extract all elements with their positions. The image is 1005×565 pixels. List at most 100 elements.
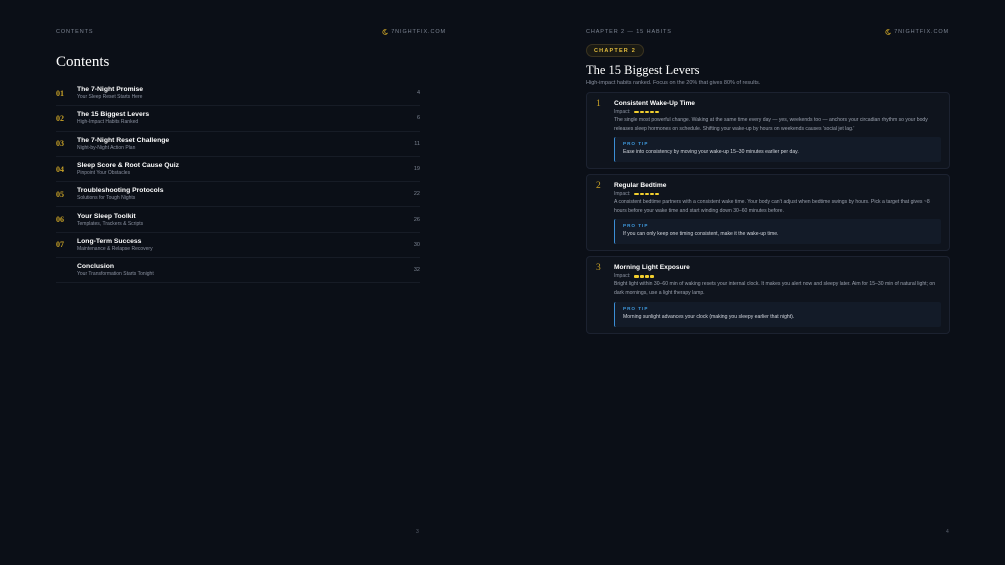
pro-tip-label: PRO TIP <box>623 223 649 229</box>
habit-number: 3 <box>596 263 601 274</box>
impact-segment <box>649 110 655 114</box>
impact-rating: Impact: <box>614 190 941 198</box>
impact-segment <box>644 275 649 278</box>
impact-bar <box>634 275 655 278</box>
toc-title: Long-Term Success <box>77 237 142 245</box>
pro-tip: PRO TIP If you can only keep one timing c… <box>614 219 941 245</box>
toc-title: Your Sleep Toolkit <box>77 212 136 220</box>
impact-bar <box>634 110 660 114</box>
toc-page-number: 6 <box>416 115 420 122</box>
habit-title: Morning Light Exposure <box>614 264 690 272</box>
habit-list: 1 Consistent Wake-Up Time Impact: The singl… <box>586 92 950 334</box>
impact-segment <box>639 110 644 114</box>
running-header: CHAPTER 2 — 15 HABITS 7NIGHTFIX.COM <box>586 28 949 36</box>
impact-label: Impact: <box>614 273 631 280</box>
toc-subtitle: Night-by-Night Action Plan <box>77 144 136 151</box>
toc-entry[interactable]: 07 Long-Term Success Maintenance & Relapse… <box>56 233 420 259</box>
habit-title: Consistent Wake-Up Time <box>614 100 695 107</box>
toc-text: Troubleshooting Protocols Solutions for T… <box>77 187 400 201</box>
toc-title: The 7-Night Reset Challenge <box>77 136 170 144</box>
toc-text: Your Sleep Toolkit Templates, Trackers & … <box>77 213 400 227</box>
toc-subtitle: Solutions for Tough Nights <box>77 195 136 202</box>
toc-title: The 15 Biggest Levers <box>77 111 150 119</box>
toc-title: Sleep Score & Root Cause Quiz <box>77 162 179 170</box>
impact-segment <box>655 192 660 196</box>
impact-segment <box>644 192 649 196</box>
habit-number: 1 <box>596 99 601 109</box>
habit-card: 3 Morning Light Exposure Impact: Bright lig… <box>586 256 950 334</box>
toc-entry[interactable]: Conclusion Your Transformation Starts Ton… <box>56 258 420 284</box>
page-title: Contents <box>56 54 110 70</box>
toc-subtitle: Your Sleep Reset Starts Here <box>77 94 143 101</box>
toc-subtitle: Your Transformation Starts Tonight <box>77 271 154 278</box>
toc-entry[interactable]: 06 Your Sleep Toolkit Templates, Trackers … <box>56 207 420 233</box>
toc-number: 03 <box>56 139 64 149</box>
impact-segment <box>634 192 639 196</box>
impact-label: Impact: <box>614 109 631 115</box>
impact-segment <box>649 275 655 278</box>
toc-page-number: 26 <box>413 216 420 223</box>
toc-text: Long-Term Success Maintenance & Relapse R… <box>77 238 400 252</box>
toc-entry[interactable]: 01 The 7-Night Promise Your Sleep Reset St… <box>56 81 420 107</box>
toc-page-number: 30 <box>413 241 420 248</box>
toc-entry[interactable]: 03 The 7-Night Reset Challenge Night-by-Ni… <box>56 132 420 157</box>
habit-card: 2 Regular Bedtime Impact: A consistent bedt… <box>586 174 950 252</box>
pro-tip-text: Morning sunlight advances your clock (ma… <box>623 313 795 320</box>
brand-label: 7NIGHTFIX.COM <box>894 29 949 35</box>
toc-entry[interactable]: 02 The 15 Biggest Levers High-Impact Habit… <box>56 106 420 132</box>
toc-title: The 7-Night Promise <box>77 86 144 94</box>
habit-title: Regular Bedtime <box>614 182 667 190</box>
page-number: 3 <box>416 529 419 535</box>
impact-segment <box>634 110 639 114</box>
toc-text: The 7-Night Promise Your Sleep Reset Star… <box>77 86 400 100</box>
toc-number: 05 <box>56 189 64 199</box>
toc-number: 06 <box>56 215 64 225</box>
toc-title: Troubleshooting Protocols <box>77 187 164 195</box>
chapter-page: CHAPTER 2 — 15 HABITS 7NIGHTFIX.COM CHAP… <box>530 0 1005 565</box>
toc-number: 01 <box>56 88 64 98</box>
moon-icon <box>885 29 892 35</box>
toc-page-number: 11 <box>414 140 420 147</box>
toc-text: Sleep Score & Root Cause Quiz Pinpoint Yo… <box>77 162 400 176</box>
impact-rating: Impact: <box>614 272 941 280</box>
brand[interactable]: 7NIGHTFIX.COM <box>885 29 949 35</box>
moon-icon <box>382 29 389 35</box>
toc-entry[interactable]: 04 Sleep Score & Root Cause Quiz Pinpoint … <box>56 157 420 183</box>
table-of-contents: 01 The 7-Night Promise Your Sleep Reset St… <box>56 81 420 284</box>
brand[interactable]: 7NIGHTFIX.COM <box>382 29 446 35</box>
impact-segment <box>644 110 649 114</box>
toc-entry[interactable]: 05 Troubleshooting Protocols Solutions for… <box>56 182 420 208</box>
impact-segment <box>634 275 639 278</box>
chapter-title: The 15 Biggest Levers <box>586 63 700 77</box>
toc-page-number: 19 <box>413 166 420 173</box>
habit-description: A consistent bedtime partners with a con… <box>614 199 930 214</box>
habit-description: The single most powerful change. Waking … <box>614 117 928 132</box>
impact-rating: Impact: <box>614 108 941 116</box>
impact-bar <box>634 192 660 196</box>
toc-page-number: 22 <box>413 191 420 198</box>
toc-subtitle: Templates, Trackers & Scripts <box>77 220 144 227</box>
impact-segment <box>639 192 644 196</box>
pro-tip-label: PRO TIP <box>623 305 649 311</box>
toc-subtitle: Pinpoint Your Obstacles <box>77 170 131 177</box>
toc-subtitle: Maintenance & Relapse Recovery <box>77 245 153 252</box>
pro-tip-text: If you can only keep one timing consiste… <box>623 231 779 238</box>
toc-number: 04 <box>56 164 64 174</box>
impact-label: Impact: <box>614 191 631 198</box>
toc-text: Conclusion Your Transformation Starts Ton… <box>77 263 400 277</box>
pro-tip-text: Ease into consistency by moving your wak… <box>623 149 799 156</box>
chapter-badge: CHAPTER 2 <box>586 44 644 57</box>
section-label: CHAPTER 2 — 15 HABITS <box>586 29 672 35</box>
brand-label: 7NIGHTFIX.COM <box>391 29 446 35</box>
toc-number: 07 <box>56 240 64 250</box>
habit-description: Bright light within 30–60 min of waking … <box>614 281 936 296</box>
toc-subtitle: High-Impact Habits Ranked <box>77 119 139 126</box>
toc-page-number: 4 <box>416 90 420 97</box>
toc-page-number: 32 <box>413 267 420 274</box>
toc-text: The 7-Night Reset Challenge Night-by-Nigh… <box>77 137 400 151</box>
pro-tip: PRO TIP Morning sunlight advances your cl… <box>614 301 941 327</box>
running-header: CONTENTS 7NIGHTFIX.COM <box>56 28 446 36</box>
contents-page: CONTENTS 7NIGHTFIX.COM Contents 01 The 7-… <box>0 0 502 565</box>
chapter-subtitle: High-impact habits ranked. Focus on the … <box>586 80 761 86</box>
impact-segment <box>655 110 660 114</box>
